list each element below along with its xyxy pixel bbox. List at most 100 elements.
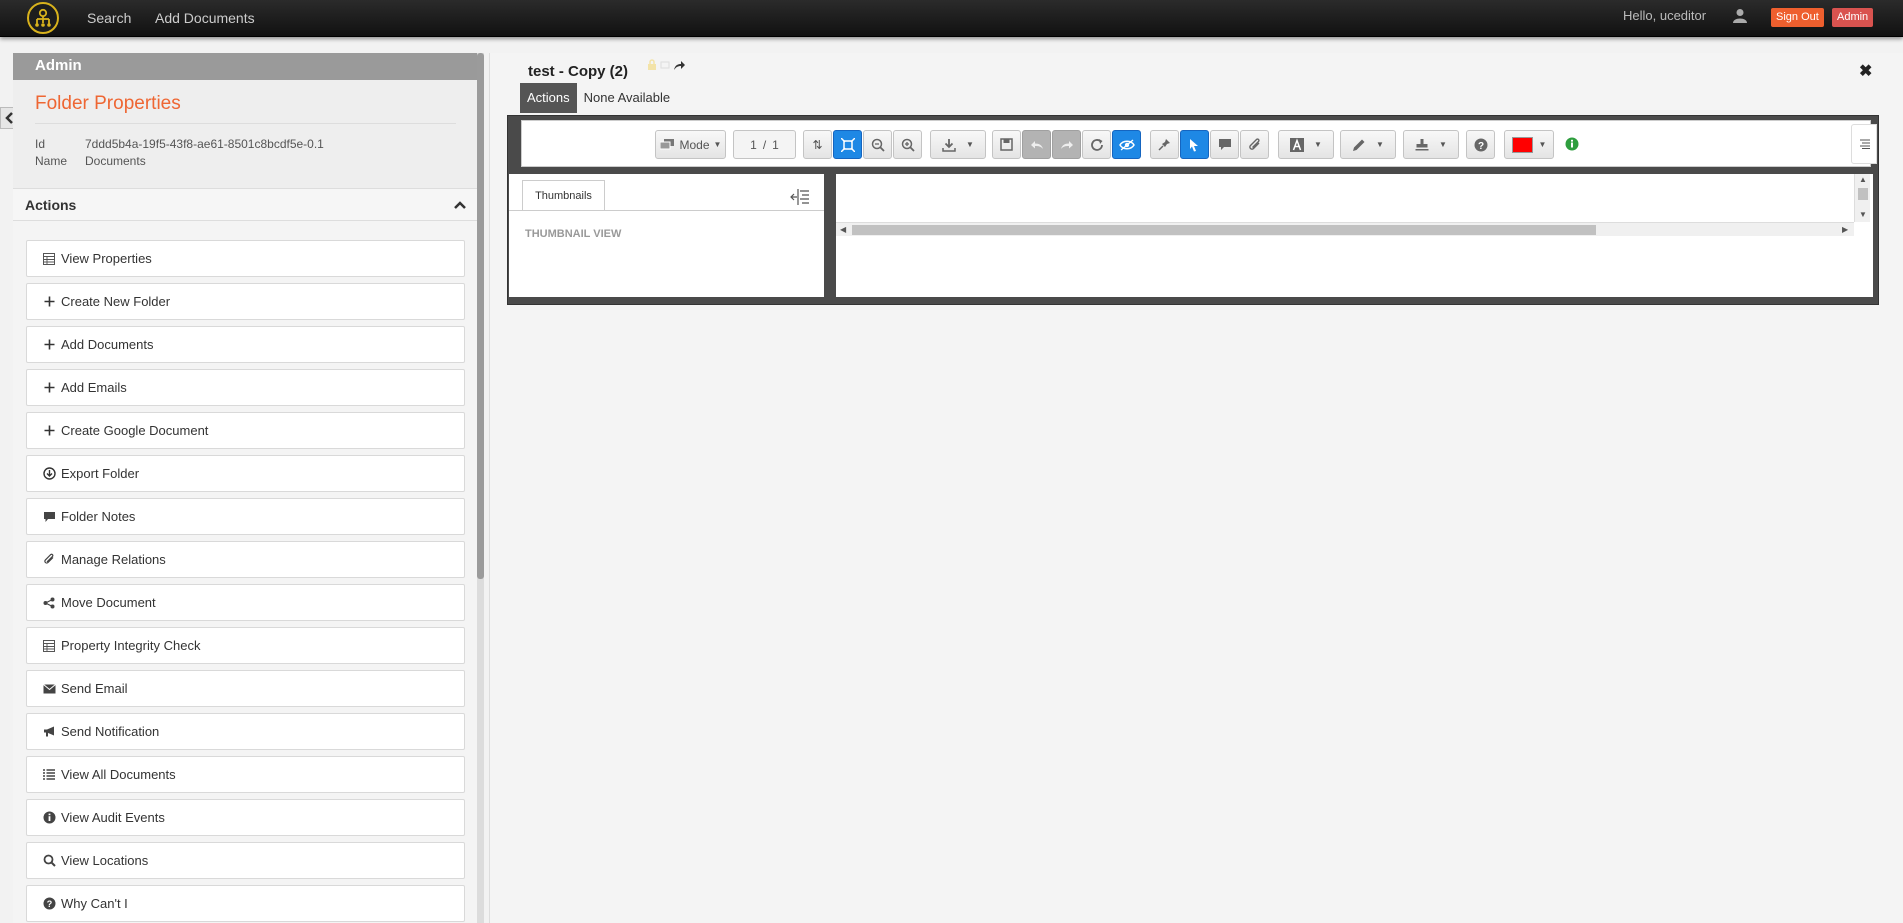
action-export-folder[interactable]: Export Folder (26, 455, 465, 492)
toggle-annotations-button[interactable] (1112, 130, 1141, 159)
horizontal-scroll-thumb[interactable] (852, 225, 1596, 235)
undo-button[interactable] (1022, 130, 1051, 159)
scroll-right-icon[interactable]: ▶ (1842, 225, 1848, 234)
admin-header: Admin (13, 53, 478, 80)
save-button[interactable] (992, 130, 1021, 159)
caret-down-icon: ▼ (966, 140, 974, 149)
action-move-document[interactable]: Move Document (26, 584, 465, 621)
admin-button[interactable]: Admin (1832, 8, 1874, 27)
action-send-notification[interactable]: Send Notification (26, 713, 465, 750)
pushpin-icon (1158, 139, 1170, 151)
lock-icon (648, 59, 656, 70)
save-icon (1000, 138, 1013, 151)
action-manage-relations[interactable]: Manage Relations (26, 541, 465, 578)
mode-label: Mode (679, 137, 710, 152)
question-circle-icon: ? (41, 897, 57, 910)
refresh-button[interactable] (1082, 130, 1111, 159)
plus-icon (41, 425, 57, 436)
scroll-up-icon[interactable]: ▲ (1859, 175, 1867, 184)
caret-down-icon: ▼ (713, 140, 722, 149)
actions-header[interactable]: Actions (13, 188, 478, 221)
download-dropdown[interactable]: ▼ (930, 130, 986, 159)
close-icon[interactable]: ✖ (1859, 61, 1872, 81)
redo-button[interactable] (1052, 130, 1081, 159)
select-hand-button[interactable] (1180, 130, 1209, 159)
pencil-dropdown[interactable]: ▼ (1340, 130, 1396, 159)
action-label: Export Folder (61, 466, 140, 481)
mode-dropdown[interactable]: Mode ▼ (655, 130, 726, 159)
fit-icon (840, 137, 855, 152)
nav-add-documents-link[interactable]: Add Documents (155, 10, 255, 26)
svg-text:?: ? (1477, 141, 1483, 152)
action-send-email[interactable]: Send Email (26, 670, 465, 707)
actions-title: Actions (25, 196, 77, 213)
action-property-integrity-check[interactable]: Property Integrity Check (26, 627, 465, 664)
action-add-emails[interactable]: Add Emails (26, 369, 465, 406)
sidebar-scroll-thumb[interactable] (477, 53, 484, 579)
zoom-in-button[interactable] (893, 130, 922, 159)
attach-button[interactable] (1240, 130, 1269, 159)
action-view-all-documents[interactable]: View All Documents (26, 756, 465, 793)
share-arrow-icon[interactable] (673, 60, 686, 71)
name-value: Documents (85, 154, 146, 168)
scroll-left-icon[interactable]: ◀ (840, 225, 846, 234)
nav-search-link[interactable]: Search (87, 10, 131, 26)
vertical-scrollbar[interactable]: ▲ ▼ (1854, 174, 1870, 222)
action-view-properties[interactable]: View Properties (26, 240, 465, 277)
page-indicator[interactable]: 1 / 1 (733, 130, 796, 159)
stamp-dropdown[interactable]: ▼ (1403, 130, 1459, 159)
logo-icon[interactable] (27, 2, 59, 34)
scroll-down-icon[interactable]: ▼ (1859, 210, 1867, 219)
zoom-out-icon (871, 138, 885, 152)
action-label: View All Documents (61, 767, 176, 782)
side-panel-toggle[interactable] (1851, 124, 1877, 164)
info-icon[interactable] (1565, 137, 1579, 154)
pin-button[interactable] (1150, 130, 1179, 159)
action-add-documents[interactable]: Add Documents (26, 326, 465, 363)
action-create-new-folder[interactable]: Create New Folder (26, 283, 465, 320)
folder-properties-panel: Folder Properties Id 7ddd5b4a-19f5-43f8-… (13, 80, 478, 188)
comment-icon (1218, 139, 1231, 150)
action-label: View Audit Events (61, 810, 165, 825)
action-label: Property Integrity Check (61, 638, 201, 653)
document-canvas[interactable]: ▲ ▼ ◀ ▶ (836, 174, 1873, 297)
action-view-audit-events[interactable]: View Audit Events (26, 799, 465, 836)
action-folder-notes[interactable]: Folder Notes (26, 498, 465, 535)
download-circle-icon (41, 467, 57, 480)
vertical-scroll-thumb[interactable] (1858, 188, 1868, 200)
comment-button[interactable] (1210, 130, 1239, 159)
chevron-left-icon (4, 112, 13, 124)
table-icon (41, 252, 57, 265)
action-why-can-t-i[interactable]: ? Why Can't I (26, 885, 465, 922)
user-icon[interactable] (1733, 8, 1747, 26)
paperclip-icon (1248, 137, 1260, 150)
text-dropdown[interactable]: ▼ (1278, 130, 1334, 159)
plus-icon (41, 339, 57, 350)
hand-pointer-icon (1190, 138, 1198, 151)
sign-out-button[interactable]: Sign Out (1771, 8, 1824, 27)
id-label: Id (35, 137, 46, 151)
color-picker-dropdown[interactable]: ▼ (1504, 130, 1554, 159)
comment-icon (660, 61, 670, 69)
caret-down-icon: ▼ (1376, 140, 1384, 149)
page-total: 1 (772, 137, 779, 152)
thumbnails-tab[interactable]: Thumbnails (522, 180, 605, 211)
action-label: Manage Relations (61, 552, 166, 567)
collapse-thumbnails-icon[interactable] (790, 188, 810, 206)
fit-page-button[interactable] (833, 130, 862, 159)
horizontal-scrollbar[interactable]: ◀ ▶ (836, 222, 1854, 236)
page-sort-button[interactable]: ⇅ (803, 130, 832, 159)
action-view-locations[interactable]: View Locations (26, 842, 465, 879)
zoom-out-button[interactable] (863, 130, 892, 159)
eye-icon (1118, 139, 1135, 150)
table-icon (41, 639, 57, 652)
action-label: Create New Folder (61, 294, 171, 309)
action-create-google-document[interactable]: Create Google Document (26, 412, 465, 449)
font-icon (1290, 137, 1305, 152)
help-button[interactable]: ? (1466, 130, 1495, 159)
envelope-icon (41, 683, 57, 694)
chevron-up-icon[interactable] (454, 200, 466, 209)
redo-icon (1060, 140, 1073, 149)
tab-actions[interactable]: Actions (520, 83, 577, 113)
thumbnail-view-label: THUMBNAIL VIEW (525, 228, 622, 240)
